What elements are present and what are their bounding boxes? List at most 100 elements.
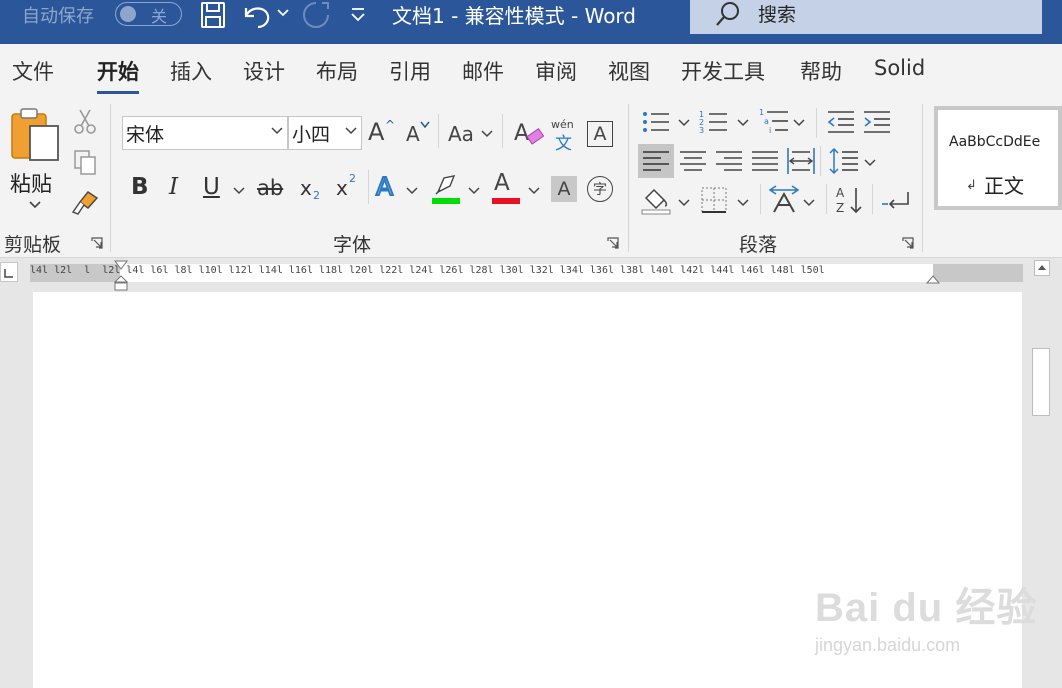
watermark: Bai du 经验 jingyan.baidu.com: [815, 575, 1037, 655]
text-effects-button[interactable]: A: [375, 171, 394, 202]
underline-dropdown-icon[interactable]: [233, 186, 245, 196]
tab-review[interactable]: 审阅: [535, 56, 577, 86]
ruler-right-margin: [933, 264, 1023, 282]
enclose-characters-button[interactable]: 字: [587, 176, 613, 202]
chinese-layout-icon[interactable]: [768, 184, 800, 216]
tab-file[interactable]: 文件: [12, 56, 54, 86]
indent-marker-icon[interactable]: [114, 260, 128, 292]
change-case-button[interactable]: Aa: [448, 122, 474, 146]
svg-text:Z: Z: [836, 201, 844, 215]
highlighter-icon: [435, 175, 456, 195]
show-hide-marks-icon[interactable]: [880, 188, 912, 216]
divider: [438, 114, 439, 148]
divider: [872, 184, 873, 214]
font-color-dropdown-icon[interactable]: [528, 186, 540, 196]
shading-dropdown-icon[interactable]: [678, 198, 690, 208]
redo-icon[interactable]: [300, 0, 332, 30]
align-right-icon[interactable]: [715, 149, 743, 173]
tab-solid[interactable]: Solid: [874, 56, 925, 80]
horizontal-ruler[interactable]: l4l l2l l l2l l4l l6l l8l l10l l12l l14l…: [30, 264, 1023, 282]
undo-dropdown-icon[interactable]: [276, 6, 290, 20]
font-size-input[interactable]: 小四: [288, 116, 362, 150]
align-center-icon[interactable]: [679, 149, 707, 173]
tab-design[interactable]: 设计: [243, 56, 285, 86]
bold-button[interactable]: B: [131, 174, 149, 200]
italic-button[interactable]: I: [169, 174, 178, 200]
phonetic-guide-button[interactable]: wén 文: [551, 118, 579, 154]
character-shading-button[interactable]: A: [551, 176, 577, 202]
character-border-button[interactable]: A: [587, 121, 613, 147]
line-spacing-dropdown-icon[interactable]: [864, 158, 876, 168]
tab-developer[interactable]: 开发工具: [681, 56, 765, 86]
character-border-text: A: [593, 123, 607, 145]
cut-icon[interactable]: [72, 108, 98, 136]
distributed-icon[interactable]: [786, 146, 816, 176]
increase-indent-icon[interactable]: [862, 108, 892, 136]
tab-selector[interactable]: [0, 262, 18, 282]
paste-dropdown-icon[interactable]: [28, 200, 42, 210]
chinese-layout-dropdown-icon[interactable]: [803, 198, 815, 208]
multilevel-dropdown-icon[interactable]: [793, 118, 805, 128]
clipboard-launcher-icon[interactable]: [90, 236, 104, 250]
clear-formatting-icon[interactable]: A: [512, 118, 544, 148]
paragraph-launcher-icon[interactable]: [901, 236, 915, 250]
align-left-button[interactable]: [638, 144, 674, 178]
subscript-button[interactable]: x 2: [300, 176, 324, 204]
bullets-dropdown-icon[interactable]: [678, 118, 690, 128]
tab-home[interactable]: 开始: [97, 56, 139, 94]
right-indent-marker-icon[interactable]: [926, 274, 940, 286]
style-normal[interactable]: AaBbCcDdEe ↲ 正文: [934, 106, 1062, 210]
decrease-indent-icon[interactable]: [826, 108, 856, 136]
style-sample-text: AaBbCcDdEe: [949, 134, 1041, 150]
tab-mailings[interactable]: 邮件: [462, 56, 504, 86]
paragraph-mark-icon: ↲: [966, 178, 977, 193]
sort-icon[interactable]: A Z: [834, 184, 866, 216]
shading-icon[interactable]: [640, 184, 672, 216]
borders-dropdown-icon[interactable]: [737, 198, 749, 208]
undo-icon[interactable]: [240, 0, 274, 30]
watermark-url: jingyan.baidu.com: [815, 635, 961, 655]
font-group-label: 字体: [333, 234, 372, 256]
font-name-input[interactable]: 宋体: [122, 116, 288, 150]
window-title: 文档1 - 兼容性模式 - Word: [392, 4, 636, 28]
shrink-font-button[interactable]: A: [406, 122, 420, 146]
tab-insert[interactable]: 插入: [170, 56, 212, 86]
divider: [826, 184, 827, 214]
autosave-toggle[interactable]: 关: [115, 2, 182, 26]
superscript-button[interactable]: x 2: [336, 172, 360, 204]
multilevel-list-icon[interactable]: 1 a i: [758, 106, 792, 136]
line-spacing-icon[interactable]: [828, 146, 860, 176]
chevron-down-icon: [345, 127, 357, 135]
svg-text:1: 1: [759, 108, 764, 117]
search-box[interactable]: 搜索: [690, 0, 1042, 34]
borders-icon[interactable]: [700, 186, 728, 214]
grow-font-button[interactable]: A: [368, 118, 384, 146]
chevron-down-icon[interactable]: [481, 129, 493, 139]
save-icon[interactable]: [198, 0, 228, 30]
tab-references[interactable]: 引用: [389, 56, 431, 86]
font-launcher-icon[interactable]: [606, 236, 620, 250]
numbering-dropdown-icon[interactable]: [737, 118, 749, 128]
tab-view[interactable]: 视图: [608, 56, 650, 86]
font-color-button[interactable]: A: [490, 170, 522, 206]
style-name: 正文: [984, 174, 1024, 198]
numbering-icon[interactable]: 1 2 3: [698, 108, 730, 136]
tab-help[interactable]: 帮助: [800, 56, 842, 86]
tab-layout[interactable]: 布局: [316, 56, 358, 86]
scroll-up-icon[interactable]: [1034, 260, 1050, 276]
highlight-color-button[interactable]: [430, 172, 462, 206]
strikethrough-button[interactable]: ab: [257, 176, 283, 200]
format-painter-icon[interactable]: [70, 188, 100, 216]
customize-quick-access-icon[interactable]: [348, 4, 368, 24]
paste-button[interactable]: 粘贴: [8, 106, 64, 218]
highlight-dropdown-icon[interactable]: [468, 186, 480, 196]
bullets-icon[interactable]: [640, 108, 672, 136]
ruler-labels: l4l l2l l l2l l4l l6l l8l l10l l12l l14l…: [30, 265, 825, 276]
text-effects-dropdown-icon[interactable]: [406, 186, 418, 196]
scrollbar-thumb[interactable]: [1032, 348, 1050, 416]
justify-icon[interactable]: [751, 149, 779, 173]
underline-button[interactable]: U: [203, 174, 220, 200]
svg-text:a: a: [764, 117, 769, 126]
search-label: 搜索: [758, 4, 797, 26]
copy-icon[interactable]: [72, 148, 98, 176]
